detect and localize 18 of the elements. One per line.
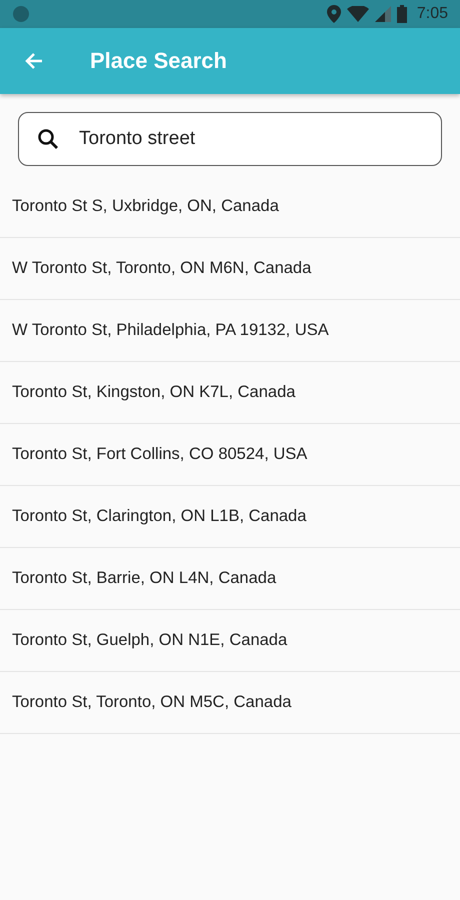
result-item[interactable]: W Toronto St, Toronto, ON M6N, Canada (0, 238, 460, 300)
result-item[interactable]: Toronto St, Toronto, ON M5C, Canada (0, 672, 460, 734)
app-title: Place Search (90, 48, 227, 74)
status-time: 7:05 (416, 5, 448, 23)
result-item[interactable]: Toronto St, Kingston, ON K7L, Canada (0, 362, 460, 424)
notification-dot-icon (12, 5, 30, 23)
location-icon (326, 5, 341, 23)
result-item[interactable]: Toronto St, Clarington, ON L1B, Canada (0, 486, 460, 548)
result-item[interactable]: Toronto St, Guelph, ON N1E, Canada (0, 610, 460, 672)
result-item[interactable]: W Toronto St, Philadelphia, PA 19132, USA (0, 300, 460, 362)
search-field[interactable]: Toronto street (18, 112, 442, 166)
result-item[interactable]: Toronto St, Barrie, ON L4N, Canada (0, 548, 460, 610)
result-item[interactable]: Toronto St S, Uxbridge, ON, Canada (0, 176, 460, 238)
battery-icon (396, 5, 407, 23)
search-icon (36, 127, 60, 151)
wifi-icon (346, 6, 369, 22)
signal-icon (374, 6, 391, 22)
result-item[interactable]: Toronto St, Fort Collins, CO 80524, USA (0, 424, 460, 486)
